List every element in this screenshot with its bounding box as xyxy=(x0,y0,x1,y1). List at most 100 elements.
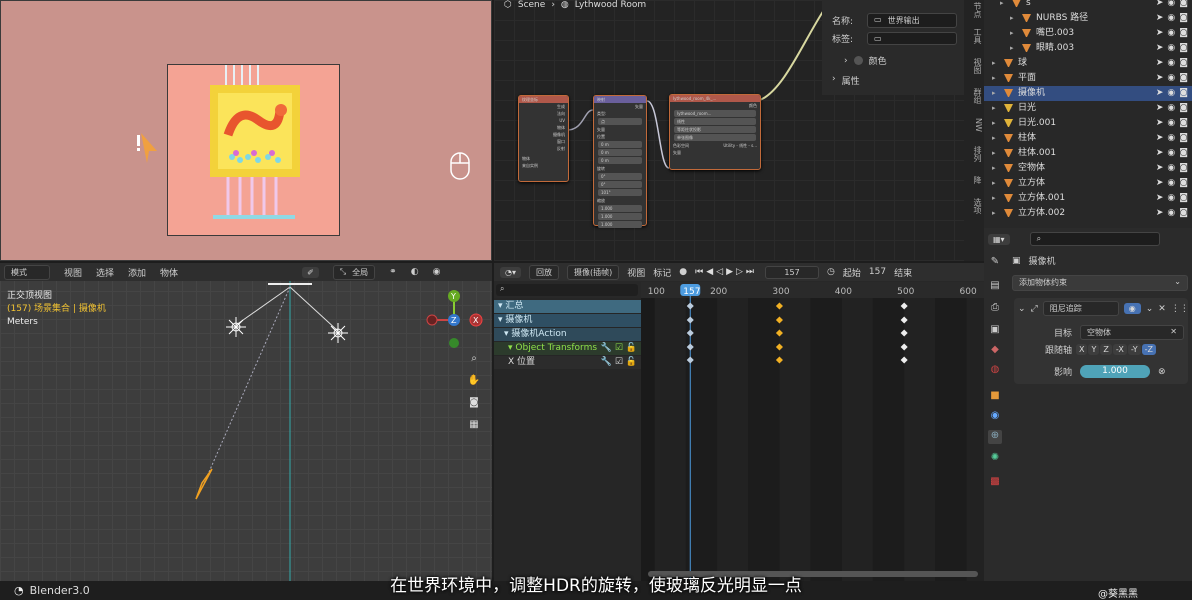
expand-arrow-icon[interactable]: ▾ xyxy=(504,329,509,339)
close-icon[interactable]: ✕ xyxy=(1170,327,1177,338)
eye-icon[interactable]: ◉ xyxy=(1167,161,1175,176)
eye-icon[interactable]: ◉ xyxy=(1167,56,1175,71)
node-environment-texture[interactable]: lythwood_room_4k_... 颜色 lythwood_room...… xyxy=(669,94,761,170)
channel-toggles[interactable]: 🔧 ☑ 🔓 xyxy=(601,356,637,369)
expand-arrow-icon[interactable]: ▾ xyxy=(508,343,513,353)
eye-icon[interactable]: ◉ xyxy=(1167,146,1175,161)
expand-arrow-icon[interactable]: ▸ xyxy=(992,176,996,191)
camera-render-icon[interactable]: ◙ xyxy=(1179,116,1188,131)
camera-render-icon[interactable]: ◙ xyxy=(1179,176,1188,191)
menu-marker[interactable]: 标记 xyxy=(653,266,671,279)
tool-tab-icon[interactable]: ✎ xyxy=(988,256,1002,270)
outliner-row[interactable]: ▸ 球 ➤ ◉ ◙ xyxy=(984,56,1192,71)
outliner-row[interactable]: ▸ NURBS 路径 ➤ ◉ ◙ xyxy=(984,11,1192,26)
tab-arrange[interactable]: 排列 xyxy=(967,146,983,162)
socket-reflection[interactable]: 反射 xyxy=(522,145,565,152)
loc-x-field[interactable]: 0 m xyxy=(598,141,642,148)
editor-type-button[interactable]: ▦▾ xyxy=(988,233,1010,245)
camera-view-icon[interactable]: ◙ xyxy=(467,397,481,411)
attributes-row[interactable]: › 属性 xyxy=(832,74,860,87)
scale-x-field[interactable]: 1.000 xyxy=(598,205,642,212)
chevron-down-icon[interactable]: ⌄ xyxy=(1146,304,1154,314)
outliner-row[interactable]: ▸ 平面 ➤ ◉ ◙ xyxy=(984,71,1192,86)
select-arrow-icon[interactable]: ➤ xyxy=(1156,161,1164,176)
expand-arrow-icon[interactable]: ▸ xyxy=(1010,11,1014,26)
socket-window[interactable]: 窗口 xyxy=(522,138,565,145)
expand-arrow-icon[interactable]: ▸ xyxy=(992,101,996,116)
eye-icon[interactable]: ◉ xyxy=(1167,191,1175,206)
socket-vector-out[interactable]: 矢量 xyxy=(597,103,643,110)
expand-arrow-icon[interactable]: ▸ xyxy=(1000,0,1004,11)
tab-view[interactable]: 视图 xyxy=(967,58,983,74)
menu-select[interactable]: 选择 xyxy=(96,266,114,279)
object-tab-icon[interactable]: ■ xyxy=(988,390,1002,404)
axis-button[interactable]: -X xyxy=(1112,344,1127,355)
camera-render-icon[interactable]: ◙ xyxy=(1179,11,1188,26)
outliner-row[interactable]: ▸ 立方体.002 ➤ ◉ ◙ xyxy=(984,206,1192,221)
rot-x-field[interactable]: 0° xyxy=(598,173,642,180)
keyframe-area[interactable]: 100 157 200 300 400 500 600 xyxy=(641,282,998,581)
expand-arrow-icon[interactable]: ▸ xyxy=(1010,41,1014,56)
outliner[interactable]: ▸ s ➤ ◉ ◙ ▸ NURBS 路径 ➤ ◉ ◙ ▸ 嘴巴.003 ➤ ◉ ◙ ▸ 眼睛.003 ➤ ◉ ◙ ▸ 球 ➤… xyxy=(984,0,1192,228)
close-icon[interactable]: ✕ xyxy=(1158,304,1166,314)
overlay-icon[interactable]: ◉ xyxy=(433,267,441,277)
outliner-row[interactable]: ▸ 柱体.001 ➤ ◉ ◙ xyxy=(984,146,1192,161)
select-arrow-icon[interactable]: ➤ xyxy=(1156,146,1164,161)
rot-y-field[interactable]: 0° xyxy=(598,181,642,188)
channel-row[interactable]: ▾ 摄像机Action xyxy=(494,328,641,341)
camera-render-icon[interactable]: ◙ xyxy=(1179,41,1188,56)
instancer-checkbox[interactable]: 来自实例 xyxy=(522,162,565,169)
add-constraint-dropdown[interactable]: 添加物体约束 ⌄ xyxy=(1012,275,1188,291)
expand-arrow-icon[interactable]: ▾ xyxy=(498,315,503,325)
eye-icon[interactable]: ◉ xyxy=(1167,86,1175,101)
outliner-row[interactable]: ▸ 嘴巴.003 ➤ ◉ ◙ xyxy=(984,26,1192,41)
menu-view[interactable]: 视图 xyxy=(64,266,82,279)
source-select[interactable]: 单张图像 xyxy=(674,134,756,141)
texture-tab-icon[interactable]: ▩ xyxy=(988,476,1002,490)
target-field[interactable]: 空物体 ✕ xyxy=(1080,325,1184,340)
eye-icon[interactable]: ◉ xyxy=(1167,176,1175,191)
select-arrow-icon[interactable]: ➤ xyxy=(1156,56,1164,71)
expand-arrow-icon[interactable]: ▸ xyxy=(992,131,996,146)
render-tab-icon[interactable]: ▤ xyxy=(988,280,1002,294)
eye-icon[interactable]: ◉ xyxy=(1167,41,1175,56)
socket-object[interactable]: 物体 xyxy=(522,124,565,131)
camera-render-icon[interactable]: ◙ xyxy=(1179,0,1188,11)
camera-render-icon[interactable]: ◙ xyxy=(1179,56,1188,71)
camera-render-icon[interactable]: ◙ xyxy=(1179,71,1188,86)
colorspace-value[interactable]: Utility - 线性 - s... xyxy=(723,142,757,149)
select-arrow-icon[interactable]: ➤ xyxy=(1156,116,1164,131)
camera-render-icon[interactable]: ◙ xyxy=(1179,26,1188,41)
outliner-row[interactable]: ▸ 立方体 ➤ ◉ ◙ xyxy=(984,176,1192,191)
expand-arrow-icon[interactable]: ▸ xyxy=(992,86,996,101)
menu-view[interactable]: 视图 xyxy=(627,266,645,279)
rot-z-field[interactable]: 101° xyxy=(598,189,642,196)
drag-handle-icon[interactable]: ⋮⋮ xyxy=(1171,304,1189,314)
color-row[interactable]: › 颜色 xyxy=(844,54,887,68)
select-arrow-icon[interactable]: ➤ xyxy=(1156,206,1164,221)
menu-add[interactable]: 添加 xyxy=(128,266,146,279)
channel-list[interactable]: ▾ 汇总 ▾ 摄像机 ▾ 摄像机Action ▾ Object Transforms 🔧… xyxy=(494,298,641,581)
socket-camera[interactable]: 摄像机 xyxy=(522,131,565,138)
axis-button[interactable]: Z xyxy=(1100,344,1112,355)
eye-icon[interactable]: ◉ xyxy=(1167,101,1175,116)
expand-arrow-icon[interactable]: ▸ xyxy=(992,116,996,131)
select-arrow-icon[interactable]: ➤ xyxy=(1156,0,1164,11)
outliner-row[interactable]: ▸ 空物体 ➤ ◉ ◙ xyxy=(984,161,1192,176)
playback-controls[interactable]: ⏮◀◁▶▷⏭ xyxy=(695,267,757,277)
outliner-row[interactable]: ▸ s ➤ ◉ ◙ xyxy=(984,0,1192,11)
select-arrow-icon[interactable]: ➤ xyxy=(1156,131,1164,146)
camera-render-icon[interactable]: ◙ xyxy=(1179,101,1188,116)
tab-nw[interactable]: NW xyxy=(967,118,983,132)
world-tab-icon[interactable]: ◍ xyxy=(988,364,1002,378)
interpolation-select[interactable]: 线性 xyxy=(674,118,756,125)
name-field[interactable]: ▭ 世界输出 xyxy=(867,13,958,28)
select-arrow-icon[interactable]: ➤ xyxy=(1156,11,1164,26)
socket-vector-in[interactable]: 矢量 xyxy=(673,149,757,156)
expand-arrow-icon[interactable]: ▸ xyxy=(992,56,996,71)
camera-render-icon[interactable]: ◙ xyxy=(1179,191,1188,206)
projection-select[interactable]: 等距柱状投影 xyxy=(674,126,756,133)
expand-arrow-icon[interactable]: ▸ xyxy=(992,191,996,206)
eye-icon[interactable]: ◉ xyxy=(1167,26,1175,41)
menu-object[interactable]: 物体 xyxy=(160,266,178,279)
